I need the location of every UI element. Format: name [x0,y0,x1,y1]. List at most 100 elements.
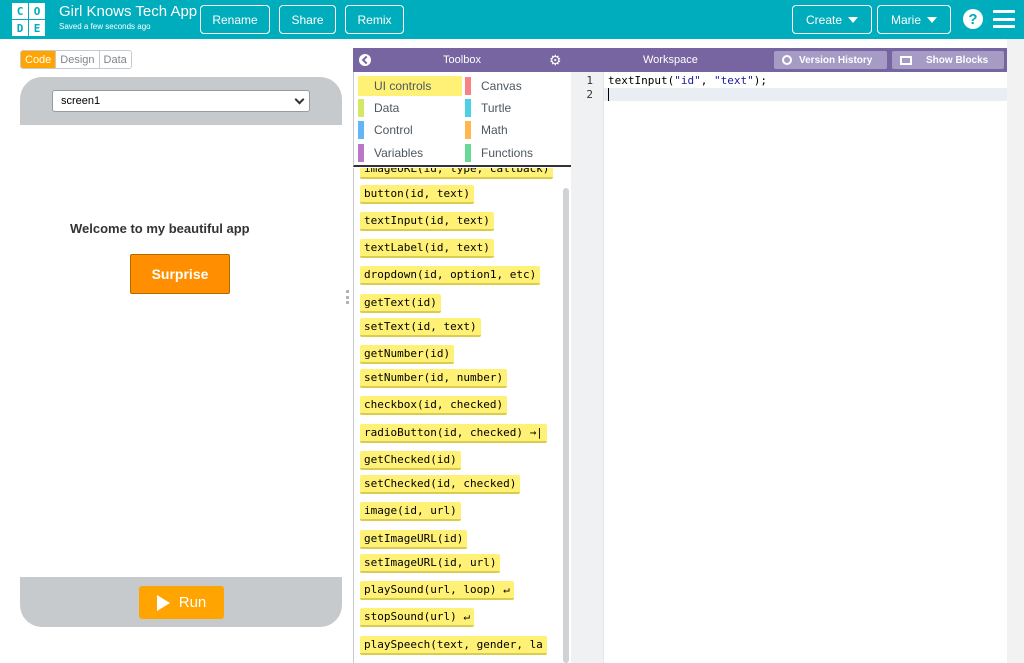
play-icon [156,594,170,611]
toolbox-title: Toolbox [443,54,481,66]
show-blocks-label: Show Blocks [926,54,989,66]
code-block[interactable]: image(id, url) [360,502,461,521]
code-block[interactable]: getText(id) [360,294,441,313]
code-block[interactable]: playSpeech(text, gender, la [360,636,547,655]
code-block[interactable]: setChecked(id, checked) [360,475,521,494]
code-mode-button[interactable]: Code [21,51,56,68]
design-mode-button[interactable]: Design [55,51,99,68]
code-block[interactable]: stopSound(url) ↵ [360,608,474,627]
version-history-label: Version History [799,54,873,66]
active-line-highlight [571,88,1007,101]
code-block[interactable]: button(id, text) [360,185,474,204]
blocks-icon [900,55,912,65]
logo-letter: O [29,3,45,19]
logo-letter: C [12,3,28,19]
category-data[interactable]: Data [358,98,462,118]
code-block[interactable]: getNumber(id) [360,345,455,364]
app-preview-phone: screen1 Welcome to my beautiful app Surp… [20,77,342,627]
code-block[interactable]: setImageURL(id, url) [360,554,501,573]
category-color-swatch [465,99,471,117]
code-block[interactable]: dropdown(id, option1, etc) [360,266,541,285]
line-number: 2 [586,88,593,101]
code-string: "text" [713,74,754,87]
collapse-toolbox-icon[interactable] [359,54,371,66]
create-label: Create [805,12,843,27]
toolbox-categories: UI controls Canvas Data Turtle Control M… [353,72,571,167]
code-block[interactable]: textInput(id, text) [360,212,494,231]
category-canvas[interactable]: Canvas [465,76,569,96]
logo-letter: E [29,20,45,36]
category-color-swatch [465,77,471,95]
panel-resize-handle[interactable] [346,290,349,304]
category-label: Math [481,123,508,137]
code-separator: , [700,74,714,87]
show-blocks-button[interactable]: Show Blocks [892,51,1004,69]
category-color-swatch [465,144,471,162]
category-label: Turtle [481,101,512,115]
code-block[interactable]: checkbox(id, checked) [360,396,508,415]
welcome-label: Welcome to my beautiful app [70,221,250,236]
remix-button[interactable]: Remix [345,5,404,34]
clock-icon [782,55,792,65]
category-label: Data [374,101,400,115]
category-color-swatch [465,121,471,139]
category-math[interactable]: Math [465,120,569,140]
code-block[interactable]: getImageURL(id) [360,530,468,549]
code-block[interactable]: setText(id, text) [360,318,481,337]
code-block[interactable]: setNumber(id, number) [360,369,508,388]
category-functions[interactable]: Functions [465,143,569,163]
user-name: Marie [890,12,921,27]
category-control[interactable]: Control [358,120,462,140]
code-string: "id" [674,74,701,87]
workspace-title: Workspace [643,54,698,66]
code-block[interactable]: textLabel(id, text) [360,239,494,258]
category-color-swatch [358,121,364,139]
toolbox-scrollbar[interactable] [563,188,569,663]
gear-icon[interactable]: ⚙ [549,53,563,67]
category-color-swatch [358,77,364,95]
line-number: 1 [586,74,593,87]
logo-letter: D [12,20,28,36]
code-fn: textInput( [608,74,675,87]
caret-down-icon [848,16,859,23]
user-menu-button[interactable]: Marie [877,5,951,34]
right-edge-strip [1007,39,1024,663]
code-block[interactable]: playSound(url, loop) ↵ [360,581,514,600]
save-status: Saved a few seconds ago [59,22,151,31]
code-editor[interactable]: 1 2 textInput("id", "text"); [571,72,1007,663]
code-block[interactable]: imageURL(id, type, callback) [360,168,554,179]
code-block[interactable]: getChecked(id) [360,451,461,470]
project-title: Girl Knows Tech App [59,3,198,20]
code-block[interactable]: radioButton(id, checked) →| [360,424,547,443]
version-history-button[interactable]: Version History [774,51,887,69]
screen-select-value: screen1 [61,95,101,107]
help-icon[interactable]: ? [963,9,983,29]
mode-toggle: Code Design Data [20,50,132,69]
code-end: ); [753,74,767,87]
surprise-button[interactable]: Surprise [130,254,230,294]
rename-button[interactable]: Rename [200,5,270,34]
category-variables[interactable]: Variables [358,143,462,163]
category-label: Functions [481,146,534,160]
caret-down-icon [927,16,937,23]
category-label: UI controls [374,79,432,93]
workspace-header: Workspace Version History Show Blocks [571,48,1007,72]
category-color-swatch [358,144,364,162]
code-org-logo[interactable]: C O D E [12,3,45,36]
hamburger-menu-icon[interactable] [993,10,1015,28]
category-turtle[interactable]: Turtle [465,98,569,118]
category-label: Control [374,123,413,137]
screen-select-dropdown[interactable]: screen1 [52,90,310,112]
category-label: Variables [374,146,424,160]
create-menu-button[interactable]: Create [792,5,872,34]
top-header: C O D E Girl Knows Tech App Saved a few … [0,0,1024,39]
category-ui-controls[interactable]: UI controls [358,76,462,96]
category-label: Canvas [481,79,522,93]
data-mode-button[interactable]: Data [98,51,131,68]
share-button[interactable]: Share [279,5,336,34]
run-button[interactable]: Run [139,586,224,619]
text-cursor [608,88,609,101]
code-line[interactable]: textInput("id", "text"); [608,74,767,87]
toolbox-header: Toolbox ⚙ [353,48,571,72]
toolbox-blocks: imageURL(id, type, callback) button(id, … [353,168,571,663]
